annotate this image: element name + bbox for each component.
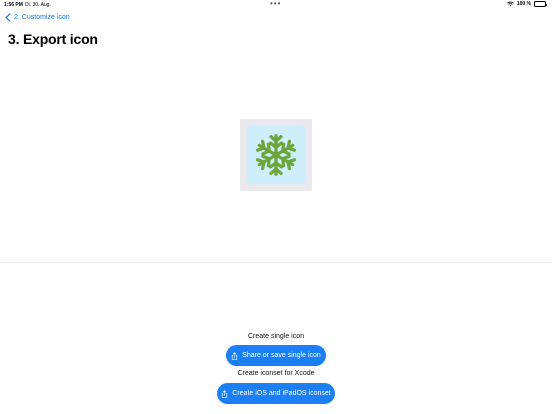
status-time: 1:56 PM — [4, 2, 23, 8]
share-icon — [232, 351, 238, 360]
back-button[interactable]: 2. Customize icon — [5, 13, 70, 22]
back-button-label: 2. Customize icon — [14, 14, 70, 21]
share-icon — [222, 389, 228, 398]
battery-cap — [546, 3, 547, 6]
page-title: 3. Export icon — [8, 31, 98, 47]
icon-preview — [240, 119, 312, 191]
multitasking-dots[interactable]: ••• — [270, 0, 281, 8]
wifi-icon — [506, 1, 514, 7]
share-single-icon-label: Share or save single icon — [242, 352, 321, 359]
status-date: Di. 30. Aug. — [25, 2, 51, 8]
share-single-icon-button[interactable]: Share or save single icon — [226, 345, 326, 366]
status-indicators: 100 % — [506, 1, 547, 7]
chevron-left-icon — [5, 13, 11, 22]
battery-icon — [534, 1, 547, 7]
snowflake-icon — [254, 134, 298, 176]
single-icon-label: Create single icon — [247, 333, 305, 340]
iconset-label: Create iconset for Xcode — [237, 370, 315, 377]
battery-percent: 100 % — [516, 1, 531, 7]
status-bar: 1:56 PM Di. 30. Aug. ••• 100 % — [0, 0, 552, 10]
create-iconset-label: Create iOS and iPadOS iconset — [232, 390, 331, 397]
create-iconset-button[interactable]: Create iOS and iPadOS iconset — [217, 383, 335, 404]
section-divider — [0, 262, 552, 263]
icon-tile — [247, 126, 305, 184]
